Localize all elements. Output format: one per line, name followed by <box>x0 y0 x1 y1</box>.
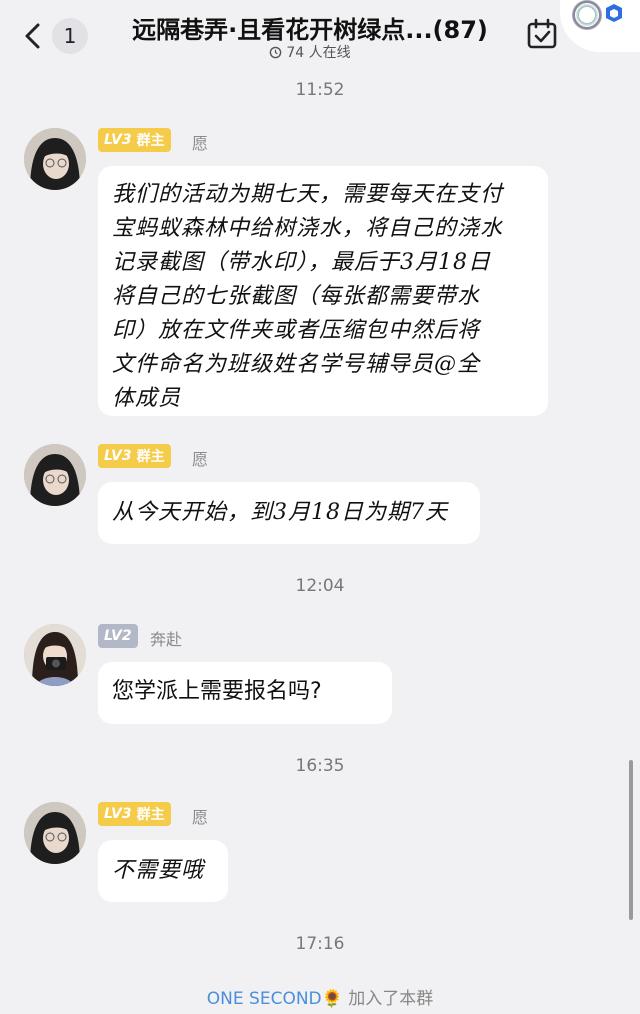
timestamp: 11:52 <box>295 80 345 100</box>
avatar-photo <box>24 624 86 686</box>
message-line: 我们的活动为期七天，需要每天在支付 <box>112 182 504 207</box>
join-text: 加入了本群 <box>348 989 434 1009</box>
school-logo-icon <box>572 0 602 30</box>
level-badge: LV3 群主 <box>98 802 171 826</box>
joiner-name[interactable]: ONE SECOND🌻 <box>207 989 343 1009</box>
group-title[interactable]: 远隔巷弄·且看花开树绿点...(87) <box>110 10 510 45</box>
avatar-photo <box>24 128 86 190</box>
timestamp: 17:16 <box>295 934 345 954</box>
app-badge[interactable] <box>560 0 640 52</box>
unread-count-badge: 1 <box>52 18 88 54</box>
chat-header: 1 远隔巷弄·且看花开树绿点...(87) 74 人在线 <box>0 0 640 68</box>
sender-name: 奔赴 <box>150 630 183 649</box>
avatar-photo <box>24 444 86 506</box>
sender-name: 愿 <box>192 450 209 469</box>
sender-name: 愿 <box>192 808 209 827</box>
online-status: 74 人在线 <box>210 42 410 62</box>
avatar[interactable] <box>24 128 86 190</box>
message-bubble[interactable]: 您学派上需要报名吗? <box>98 662 392 724</box>
message-text: 从今天开始，到3月18日为期7天 <box>112 500 448 525</box>
clock-icon <box>270 46 282 58</box>
cube-icon <box>606 4 622 22</box>
message-bubble[interactable]: 我们的活动为期七天，需要每天在支付 宝蚂蚁森林中给树浇水，将自己的浇水 记录截图… <box>98 166 548 416</box>
level-badge: LV3 群主 <box>98 444 171 468</box>
message-text: 您学派上需要报名吗? <box>112 679 322 704</box>
message-text: 不需要哦 <box>112 858 205 883</box>
message-line: 记录截图（带水印），最后于3月18日 <box>112 250 491 275</box>
back-button[interactable]: 1 <box>22 14 112 58</box>
message-line: 将自己的七张截图（每张都需要带水 <box>112 284 481 309</box>
message-line: 宝蚂蚁森林中给树浇水，将自己的浇水 <box>112 216 504 241</box>
level-badge: LV3 群主 <box>98 128 171 152</box>
join-notice: ONE SECOND🌻 加入了本群 <box>0 984 640 1009</box>
message-line: 印）放在文件夹或者压缩包中然后将 <box>112 318 481 343</box>
level-badge: LV2 <box>98 624 138 648</box>
scrollbar[interactable] <box>629 760 633 920</box>
chevron-left-icon <box>25 23 40 49</box>
message-bubble[interactable]: 不需要哦 <box>98 840 228 902</box>
timestamp: 12:04 <box>295 576 345 596</box>
avatar[interactable] <box>24 624 86 686</box>
online-count: 74 人在线 <box>286 45 351 61</box>
calendar-check-icon[interactable] <box>526 18 558 50</box>
sender-name: 愿 <box>192 134 209 153</box>
avatar-photo <box>24 802 86 864</box>
message-line: 文件命名为班级姓名学号辅导员@全 <box>112 352 481 377</box>
message-bubble[interactable]: 从今天开始，到3月18日为期7天 <box>98 482 480 544</box>
avatar[interactable] <box>24 802 86 864</box>
message-line: 体成员 <box>112 386 182 411</box>
timestamp: 16:35 <box>295 756 345 776</box>
avatar[interactable] <box>24 444 86 506</box>
